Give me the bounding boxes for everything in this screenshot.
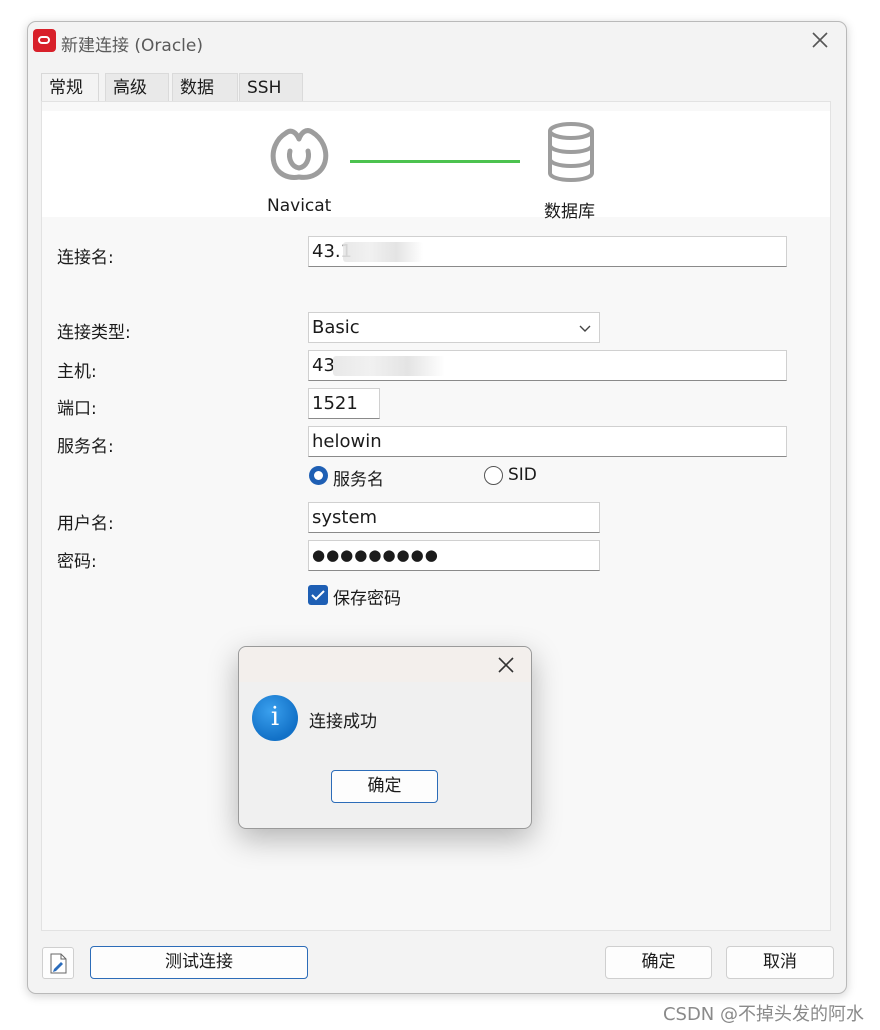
document-edit-icon [50,953,67,974]
navicat-label: Navicat [267,196,332,216]
connection-name-label: 连接名: [57,248,114,268]
close-icon[interactable] [808,28,832,52]
redacted-mask [343,242,423,262]
redacted-mask [333,356,445,376]
password-label: 密码: [57,552,97,572]
connection-type-label: 连接类型: [57,323,131,343]
port-input[interactable]: 1521 [308,388,380,419]
close-icon[interactable] [496,655,516,675]
radio-service-name-label: 服务名 [333,470,384,490]
database-label: 数据库 [544,202,595,222]
chevron-down-icon [579,325,591,332]
watermark: CSDN @不掉头发的阿水 [662,1004,864,1025]
password-input[interactable]: ●●●●●●●●● [308,540,600,571]
tab-database[interactable]: 数据库 [172,73,238,126]
window-title: 新建连接 (Oracle) [61,36,203,56]
checkmark-icon [311,590,325,601]
save-password-label: 保存密码 [333,589,401,609]
ok-button[interactable]: 确定 [605,946,712,979]
connection-line [350,160,520,163]
service-name-input[interactable]: helowin [308,426,787,457]
tab-ssh[interactable]: SSH [239,73,303,101]
host-value: 43 [312,355,335,376]
info-icon: i [252,695,298,741]
oracle-logo-icon [33,29,56,52]
success-message-box: i 连接成功 确定 [238,646,532,829]
connection-diagram: Navicat 数据库 [42,111,830,222]
cancel-button[interactable]: 取消 [726,946,834,979]
tab-advanced[interactable]: 高级 [105,73,169,101]
database-icon [548,122,594,182]
message-box-title-bar [239,647,531,682]
message-ok-button[interactable]: 确定 [331,770,438,803]
success-message: 连接成功 [309,712,377,732]
info-icon-glyph: i [270,702,280,732]
connection-name-input[interactable]: 43.1 [308,236,787,267]
tab-general[interactable]: 常规 [41,73,99,102]
navicat-logo-icon [270,128,329,180]
service-name-label: 服务名: [57,437,114,457]
test-connection-button[interactable]: 测试连接 [90,946,308,979]
save-password-checkbox[interactable] [308,585,328,605]
port-label: 端口: [57,399,97,419]
connection-type-select[interactable]: Basic [308,312,600,343]
new-connection-window: 新建连接 (Oracle) 常规 高级 数据库 SSH Navicat 数据库 [27,21,847,994]
edit-document-button[interactable] [42,947,74,979]
username-input[interactable]: system [308,502,600,533]
connection-type-value: Basic [312,317,360,338]
radio-service-name[interactable] [309,466,328,485]
host-label: 主机: [57,362,97,382]
username-label: 用户名: [57,514,114,534]
radio-sid[interactable] [484,466,503,485]
radio-sid-label: SID [508,465,537,485]
host-input[interactable]: 43 [308,350,787,381]
title-bar: 新建连接 (Oracle) [28,22,846,60]
